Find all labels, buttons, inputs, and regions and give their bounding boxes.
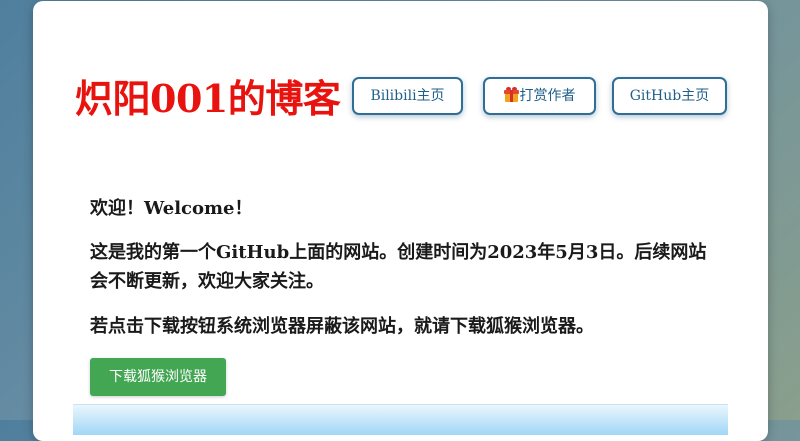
- reward-author-button-label: 打赏作者: [519, 88, 576, 104]
- bilibili-button[interactable]: Bilibili主页: [352, 77, 463, 115]
- download-browser-button[interactable]: 下载狐猴浏览器: [90, 358, 226, 396]
- reward-author-button[interactable]: 打赏作者: [483, 77, 596, 115]
- download-browser-button-label: 下载狐猴浏览器: [109, 369, 207, 385]
- github-button[interactable]: GitHub主页: [612, 77, 727, 115]
- bilibili-button-label: Bilibili主页: [370, 88, 445, 104]
- intro-text: 这是我的第一个GitHub上面的网站。创建时间为2023年5月3日。后续网站会不…: [90, 242, 707, 292]
- welcome-text: 欢迎！Welcome！: [90, 198, 253, 219]
- main-card: 炽阳001的博客 Bilibili主页 打赏作者 GitHub主页 欢迎！Wel…: [33, 1, 768, 441]
- github-button-label: GitHub主页: [629, 88, 710, 104]
- site-title: 炽阳001的博客: [75, 76, 341, 121]
- gift-icon: [503, 87, 519, 102]
- download-tip-text: 若点击下载按钮系统浏览器屏蔽该网站，就请下载狐猴浏览器。: [90, 316, 594, 337]
